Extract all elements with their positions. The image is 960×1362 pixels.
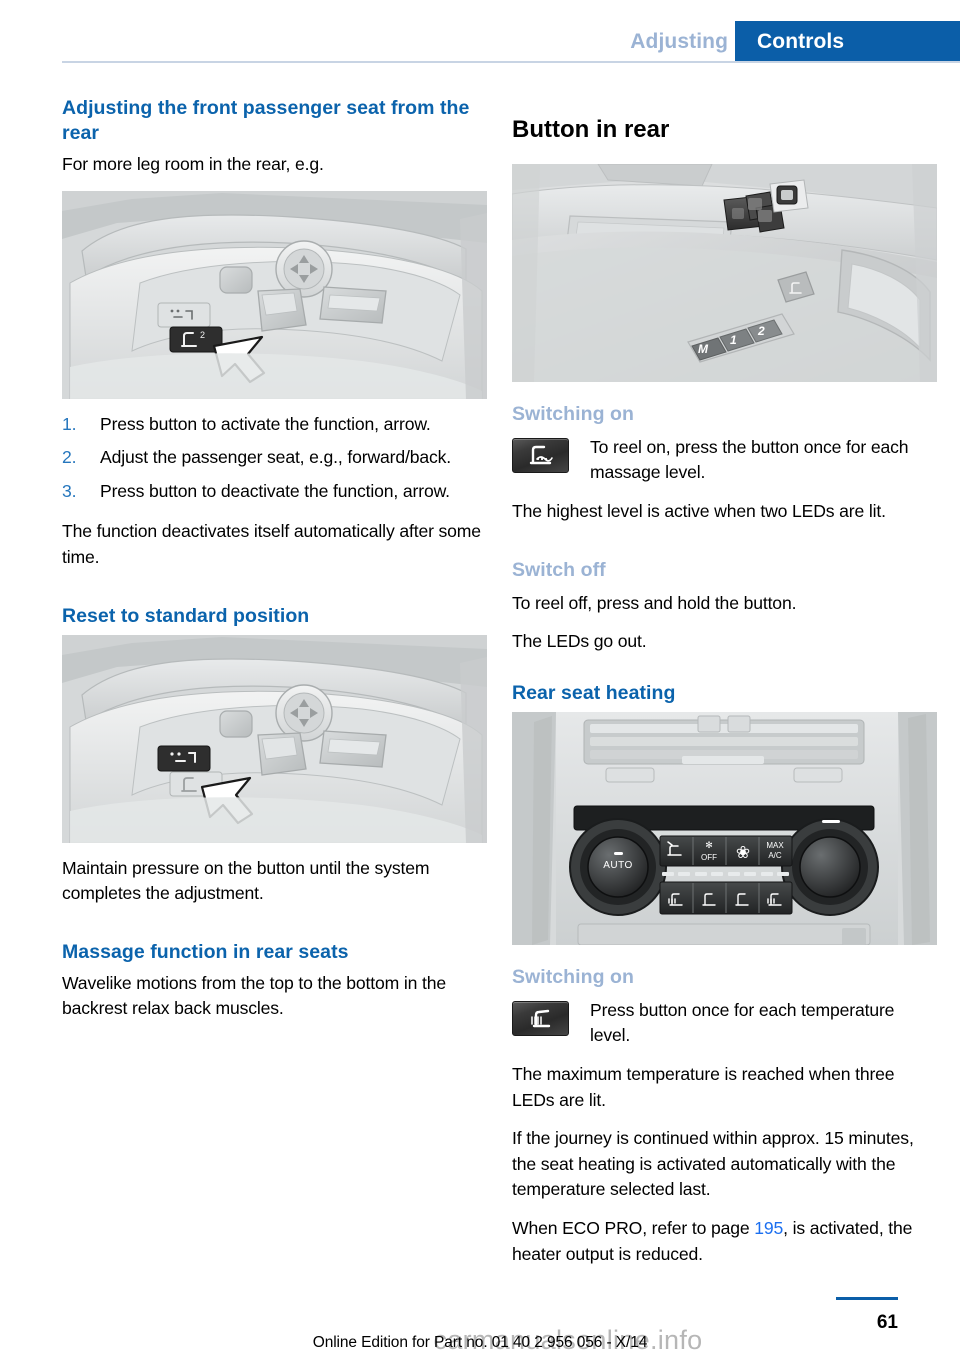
step-text: Press button to activate the function, a… [100,413,431,434]
heating-button-row: Press button once for each temperature l… [512,998,937,1049]
svg-text:✻: ✻ [705,840,713,850]
step-number: 3. [62,480,77,501]
page-reference-link[interactable]: 195 [754,1218,783,1238]
heading-button-in-rear: Button in rear [512,115,670,143]
eco-pro-text-before: When ECO PRO, refer to page [512,1217,755,1238]
svg-text:2: 2 [200,330,205,340]
rear-climate-control-illustration: AUTO ✻ OFF ❀ MAX A/C [512,711,937,945]
switch-off-text-1: To reel off, press and hold the button. [512,592,797,613]
page-number: 61 [876,1312,898,1333]
seat-heating-button-icon [512,1000,569,1036]
switch-off-text-2: The LEDs go out. [512,631,647,652]
heading-massage-function-rear-seats: Massage function in rear seats [62,940,349,963]
switching-on-heating-text: Press button once for each temperature l… [590,999,895,1046]
heading-switching-on-massage: Switching on [512,402,634,425]
heading-reset-to-standard-position: Reset to standard position [62,604,310,627]
auto-knob-label: AUTO [603,860,633,871]
header-section-tab: Controls [735,21,960,62]
page-header: Adjusting Controls [0,0,960,63]
footer-rule [836,1297,898,1300]
memory-button-2-label: 2 [757,324,765,338]
max-ac-button-label-1: MAX [766,841,784,850]
figure-seat-control-panel-activate: 2 [62,190,487,399]
step-number: 1. [62,413,77,434]
list-item: 1. Press button to activate the function… [62,412,487,438]
seat-control-panel-illustration-reset [62,634,487,843]
reset-instruction-text: Maintain pressure on the button until th… [62,857,430,904]
list-item: 3. Press button to deactivate the functi… [62,479,487,505]
left-column: Adjusting the front passenger seat from … [62,96,487,1035]
intro-text: For more leg room in the rear, e.g. [62,154,324,174]
max-temperature-text: The maximum temperature is reached when … [512,1063,895,1110]
massage-description-text: Wavelike motions from the top to the bot… [62,972,446,1019]
massage-button-row: To reel on, press the button once for ea… [512,435,937,486]
heading-adjusting-front-passenger-seat: Adjusting the front passenger seat from … [62,97,470,144]
figure-rear-door-panel: M 1 2 [512,163,937,382]
journey-continued-text: If the journey is continued within appro… [512,1128,914,1200]
eco-pro-text: When ECO PRO, refer to page 195, is acti… [512,1216,937,1267]
seat-massage-glyph [529,446,553,465]
highest-level-text: The highest level is active when two LED… [512,501,886,521]
header-section-label: Controls [757,30,845,53]
step-text: Adjust the passenger seat, e.g., forward… [100,447,452,468]
step-number: 2. [62,447,77,468]
switching-on-massage-text: To reel on, press the button once for ea… [590,436,909,483]
svg-text:❀: ❀ [736,843,750,862]
edition-footer-text: Online Edition for Part no. 01 40 2 956 … [312,1334,648,1351]
memory-button-m-label: M [698,342,709,356]
seat-massage-button-icon [512,437,569,473]
memory-button-1-label: 1 [730,333,737,347]
steps-list: 1. Press button to activate the function… [62,412,487,505]
heading-switching-on-heating: Switching on [512,965,634,988]
header-divider [62,61,960,63]
figure-seat-control-panel-reset [62,634,487,843]
off-button-label: OFF [701,853,717,862]
header-chapter-label: Adjusting [630,30,728,53]
rear-door-panel-illustration: M 1 2 [512,163,937,382]
max-ac-button-label-2: A/C [768,851,782,860]
seat-control-panel-illustration: 2 [62,190,487,399]
after-steps-text: The function deactivates itself automati… [62,521,481,567]
seat-heating-glyph [530,1010,550,1028]
list-item: 2. Adjust the passenger seat, e.g., forw… [62,445,487,471]
right-column: Button in rear M 1 2 Switching on To ree… [512,96,937,1280]
heading-rear-seat-heating: Rear seat heating [512,681,676,704]
figure-rear-climate-control: AUTO ✻ OFF ❀ MAX A/C [512,711,937,945]
heading-switch-off: Switch off [512,558,606,581]
step-text: Press button to deactivate the function,… [100,480,450,501]
